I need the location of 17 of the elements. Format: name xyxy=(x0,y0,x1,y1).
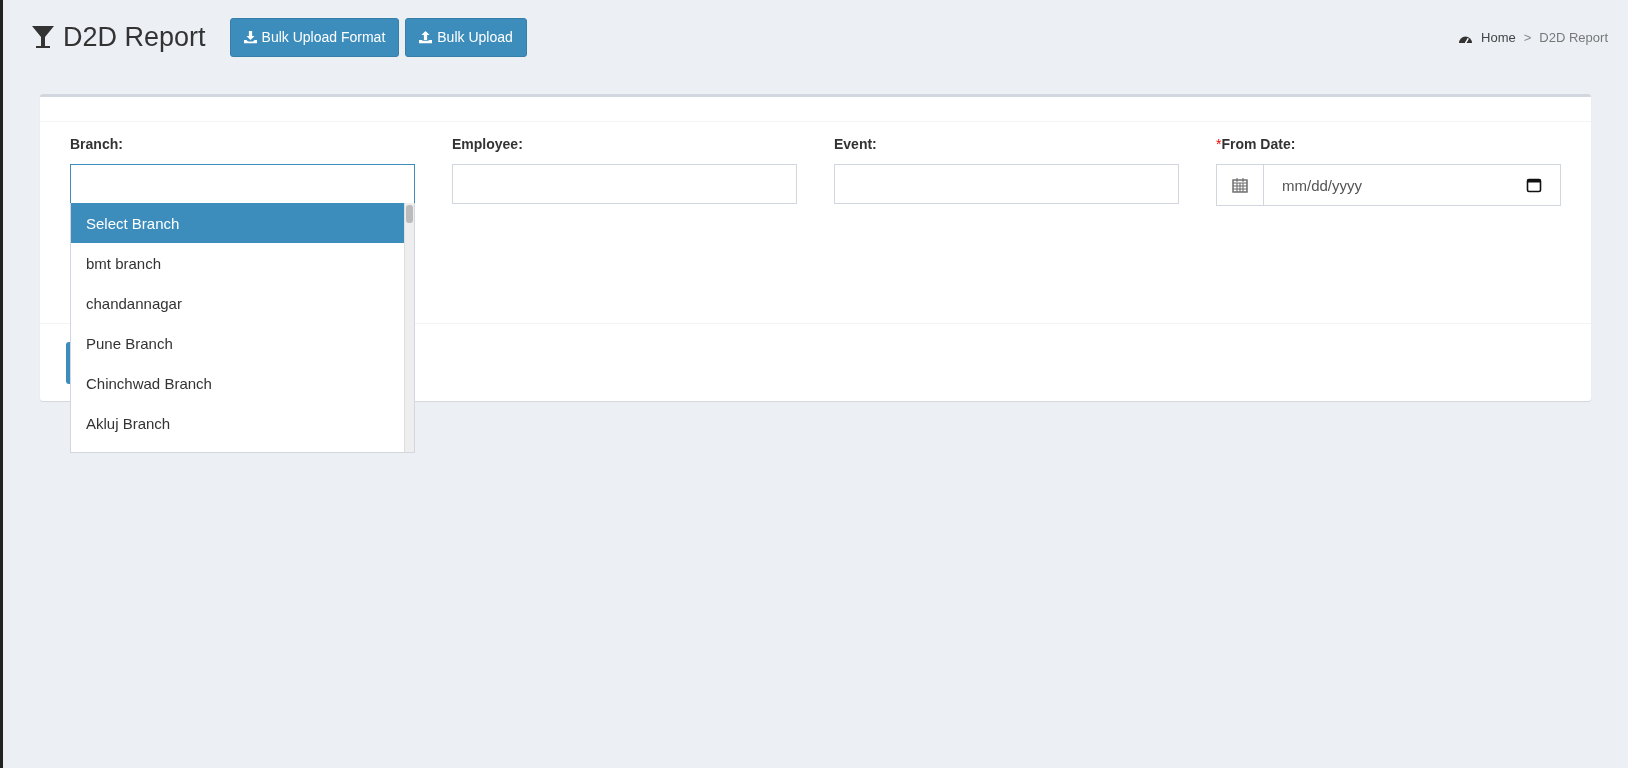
field-label: Branch: xyxy=(70,136,124,152)
dropdown-option[interactable]: Pune Branch xyxy=(71,323,404,363)
dropdown-option[interactable]: bmt branch xyxy=(71,243,404,283)
breadcrumb-current: D2D Report xyxy=(1539,29,1608,45)
field-label: Employee: xyxy=(452,136,524,152)
field-label: Event: xyxy=(834,136,878,152)
page-title: D2D Report xyxy=(63,21,206,53)
dropdown-option[interactable]: Select Branch xyxy=(71,203,404,243)
dropdown-option[interactable]: Akluj Branch xyxy=(71,403,404,443)
dropdown-option[interactable]: Chinchwad Branch xyxy=(71,363,404,403)
date-picker[interactable]: mm/dd/yyyy xyxy=(1216,164,1561,206)
dropdown-option[interactable]: chandannagar xyxy=(71,283,404,323)
home-link[interactable]: Home xyxy=(1481,29,1516,45)
bulk-upload-format-button[interactable]: Bulk Upload Format xyxy=(229,17,400,57)
bulk-upload-button[interactable]: Bulk Upload xyxy=(405,17,527,57)
breadcrumb-separator: > xyxy=(1523,29,1532,45)
field-label: *From Date: xyxy=(1216,136,1297,152)
